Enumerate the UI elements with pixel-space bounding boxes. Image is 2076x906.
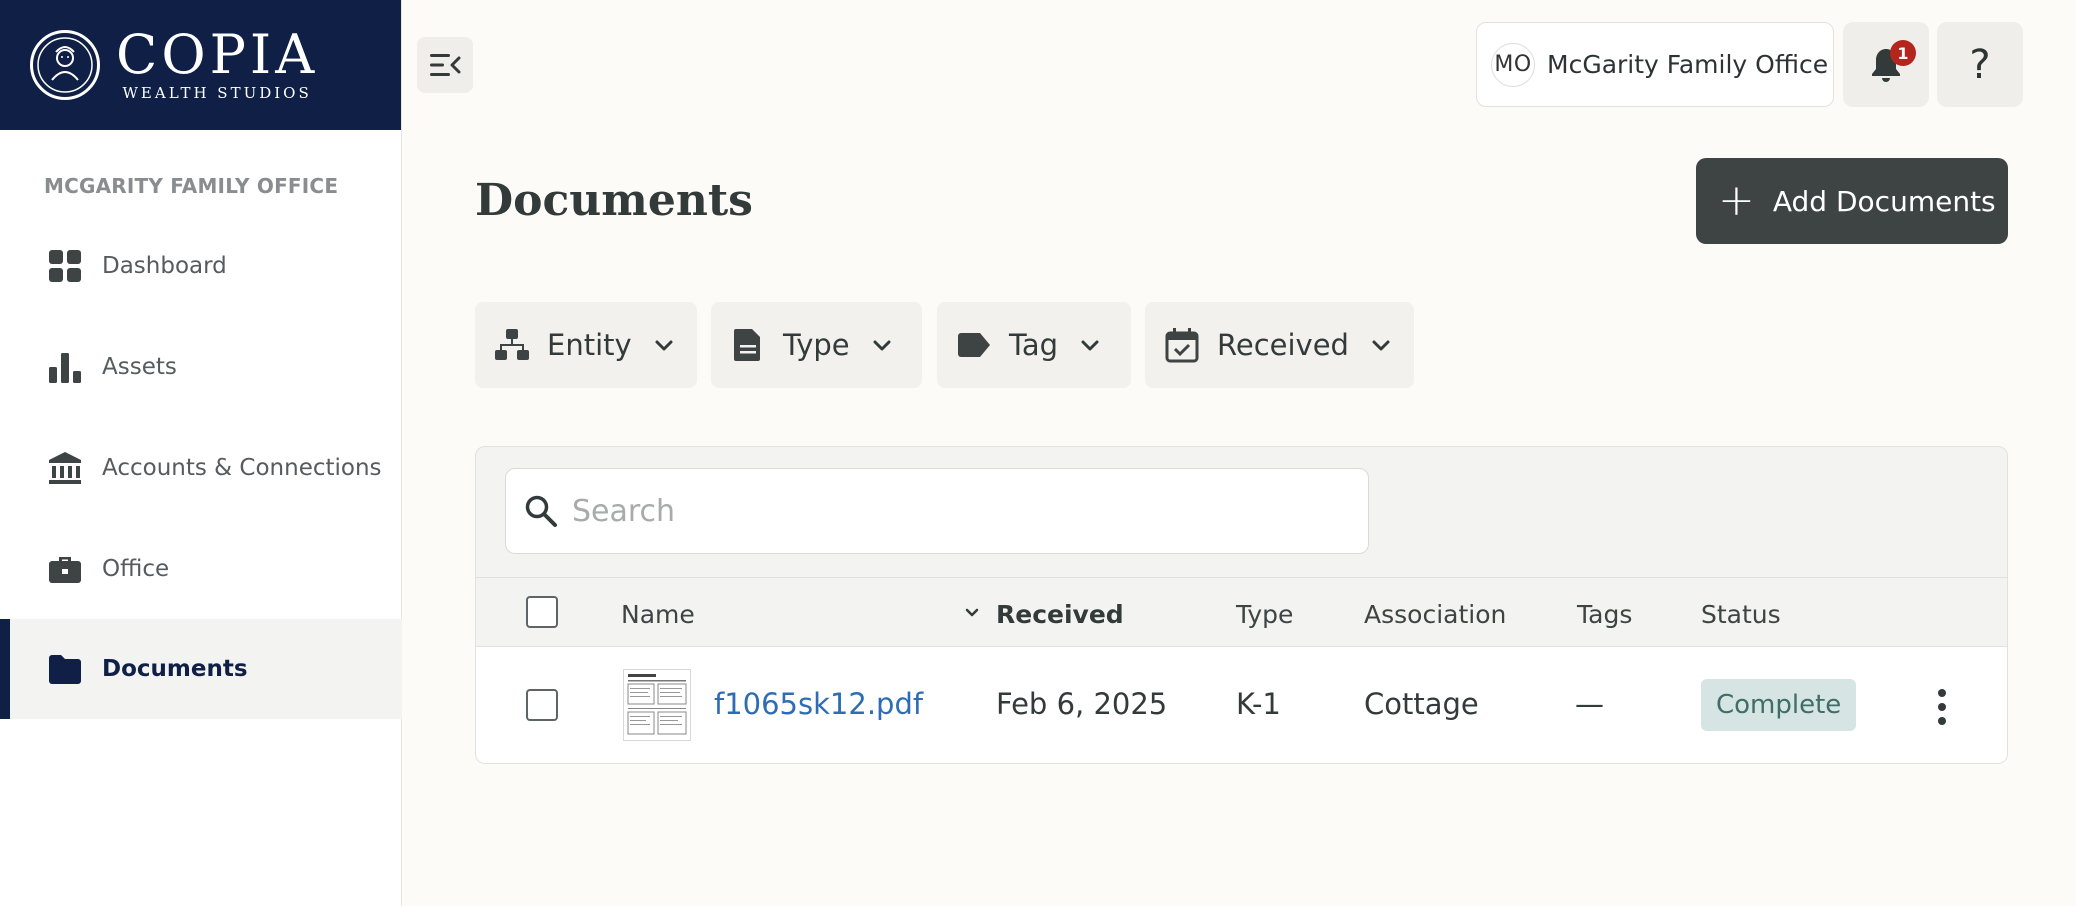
column-header-status[interactable]: Status — [1701, 600, 1781, 629]
notification-badge: 1 — [1890, 40, 1916, 66]
table-header: Name Received Type Association Tags Stat… — [476, 577, 2007, 647]
document-thumbnail[interactable] — [623, 669, 691, 741]
search-icon — [525, 495, 557, 527]
search-input[interactable] — [572, 493, 1332, 529]
column-header-type[interactable]: Type — [1236, 600, 1293, 629]
sidebar-item-label: Dashboard — [102, 253, 227, 279]
cell-received: Feb 6, 2025 — [996, 687, 1168, 721]
org-switcher-name: McGarity Family Office — [1547, 50, 1829, 79]
sidebar-item-label: Office — [102, 556, 170, 582]
calendar-check-icon — [1163, 326, 1201, 364]
bar-chart-icon — [46, 348, 84, 386]
column-header-tags[interactable]: Tags — [1577, 600, 1632, 629]
search-box[interactable] — [505, 468, 1369, 554]
row-checkbox[interactable] — [526, 689, 558, 721]
avatar: MO — [1491, 42, 1535, 87]
copia-seal-icon — [30, 30, 100, 100]
filter-label: Entity — [547, 328, 632, 362]
sidebar-item-assets[interactable]: Assets — [0, 317, 402, 417]
sidebar-item-office[interactable]: Office — [0, 519, 402, 619]
chevron-down-icon — [873, 340, 891, 351]
grid-icon — [46, 247, 84, 285]
filter-label: Type — [783, 328, 850, 362]
column-header-association[interactable]: Association — [1364, 600, 1506, 629]
sidebar-item-accounts-connections[interactable]: Accounts & Connections — [0, 418, 402, 518]
help-button[interactable]: ? — [1937, 22, 2023, 107]
sidebar-org-label: MCGARITY FAMILY OFFICE — [44, 174, 339, 198]
filter-type[interactable]: Type — [711, 302, 922, 388]
column-header-received[interactable]: Received — [996, 600, 1124, 629]
help-icon: ? — [1969, 41, 1991, 88]
filter-entity[interactable]: Entity — [475, 302, 697, 388]
sidebar-item-label: Assets — [102, 354, 177, 380]
tag-icon — [955, 326, 993, 364]
cell-type: K-1 — [1236, 687, 1281, 721]
brand-logo[interactable]: COPIA WEALTH STUDIOS — [0, 0, 401, 130]
status-badge: Complete — [1701, 679, 1857, 731]
cell-association: Cottage — [1364, 687, 1479, 721]
menu-collapse-icon — [430, 54, 461, 76]
documents-table-card: Name Received Type Association Tags Stat… — [475, 446, 2008, 764]
filter-label: Received — [1217, 328, 1349, 362]
page-title: Documents — [475, 175, 753, 226]
chevron-down-icon — [1372, 340, 1390, 351]
cell-tags: — — [1575, 687, 1604, 721]
brand-name: COPIA — [116, 23, 319, 86]
more-options-icon[interactable] — [1936, 687, 1948, 727]
chevron-down-icon — [655, 340, 673, 351]
document-name-link[interactable]: f1065sk12.pdf — [714, 687, 923, 721]
folder-icon — [46, 650, 84, 688]
notifications-button[interactable]: 1 — [1843, 22, 1929, 107]
sort-descending-icon[interactable] — [964, 605, 980, 621]
sidebar-item-label: Accounts & Connections — [102, 455, 382, 481]
plus-icon: + — [1718, 175, 1755, 226]
sidebar-collapse-button[interactable] — [417, 37, 473, 93]
sidebar-item-documents[interactable]: Documents — [0, 619, 402, 719]
document-icon — [729, 326, 767, 364]
select-all-checkbox[interactable] — [526, 596, 558, 628]
add-documents-label: Add Documents — [1772, 184, 1996, 218]
filter-label: Tag — [1009, 328, 1059, 362]
chevron-down-icon — [1081, 340, 1099, 351]
bank-icon — [46, 449, 84, 487]
sidebar-item-label: Documents — [102, 656, 248, 682]
column-header-name[interactable]: Name — [621, 600, 695, 629]
table-row[interactable]: f1065sk12.pdf Feb 6, 2025 K-1 Cottage — … — [476, 647, 2007, 763]
brand-subtitle: WEALTH STUDIOS — [122, 84, 312, 102]
filter-received[interactable]: Received — [1145, 302, 1414, 388]
filter-tag[interactable]: Tag — [937, 302, 1131, 388]
org-switcher[interactable]: MO McGarity Family Office — [1476, 22, 1834, 107]
sidebar-item-dashboard[interactable]: Dashboard — [0, 216, 402, 316]
add-documents-button[interactable]: + Add Documents — [1696, 158, 2008, 244]
sidebar: COPIA WEALTH STUDIOS MCGARITY FAMILY OFF… — [0, 0, 402, 906]
hierarchy-icon — [493, 326, 531, 364]
briefcase-icon — [46, 550, 84, 588]
